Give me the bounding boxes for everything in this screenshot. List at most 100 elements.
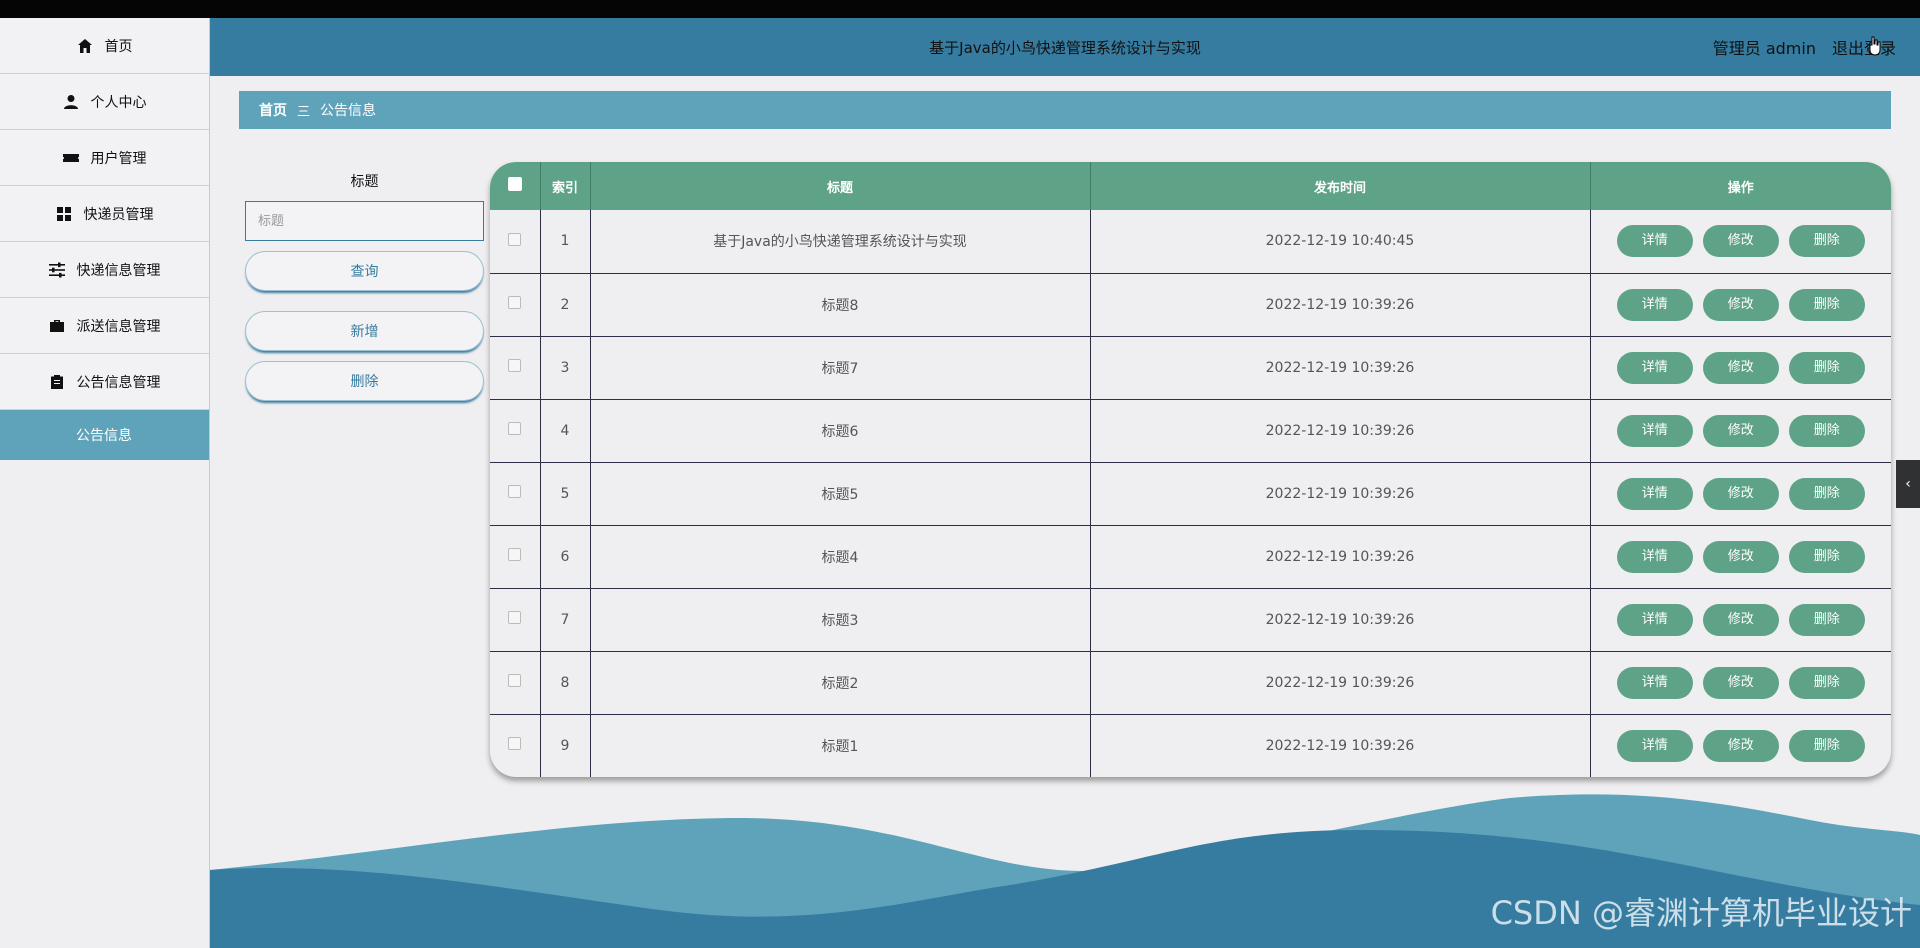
breadcrumb-current: 公告信息 <box>320 103 377 119</box>
watermark-text: CSDN @睿渊计算机毕业设计 <box>1490 894 1912 932</box>
edit-button[interactable]: 修改 <box>1702 288 1779 321</box>
collapse-handle[interactable]: ‹ <box>1896 460 1920 508</box>
column-header-actions: 操作 <box>1590 162 1891 210</box>
table-row: 5 标题5 2022-12-19 10:39:26 详情 修改 删除 <box>490 461 1891 525</box>
window-top-bar <box>0 0 1920 18</box>
column-header-index: 索引 <box>540 162 591 210</box>
query-button[interactable]: 查询 <box>245 251 484 291</box>
sidebar-item-label: 公告信息管理 <box>76 374 161 391</box>
logout-link[interactable]: 退出登录 <box>1832 35 1896 59</box>
grid-icon <box>56 206 72 222</box>
edit-button[interactable]: 修改 <box>1702 666 1779 699</box>
search-title-input[interactable] <box>245 201 484 241</box>
sidebar-item-profile[interactable]: 个人中心 <box>0 74 209 130</box>
sidebar-item-home[interactable]: 首页 <box>0 18 209 74</box>
table-header-row: 索引 标题 发布时间 操作 <box>490 162 1891 210</box>
sidebar-item-label: 首页 <box>104 38 133 55</box>
chevron-left-icon: ‹ <box>1905 476 1911 492</box>
sidebar-subitem-notice[interactable]: 公告信息 <box>0 410 209 460</box>
row-actions: 详情 修改 删除 <box>1590 398 1891 462</box>
delete-button[interactable]: 删除 <box>1788 540 1865 573</box>
row-checkbox[interactable] <box>508 548 522 561</box>
notice-table: 索引 标题 发布时间 操作 1 基于Java的小鸟快递管理系统设计与实现 202… <box>490 162 1891 777</box>
row-index: 3 <box>540 335 591 399</box>
sidebar-item-notice-manage[interactable]: 公告信息管理 <box>0 354 209 410</box>
row-title: 标题6 <box>590 398 1091 462</box>
detail-button[interactable]: 详情 <box>1616 225 1693 258</box>
sidebar-item-label: 用户管理 <box>90 150 147 167</box>
sidebar-item-delivery-info[interactable]: 派送信息管理 <box>0 298 209 354</box>
delete-button[interactable]: 删除 <box>1788 288 1865 321</box>
detail-button[interactable]: 详情 <box>1616 414 1693 447</box>
row-index: 6 <box>540 524 591 588</box>
row-checkbox[interactable] <box>508 359 522 372</box>
row-index: 5 <box>540 461 591 525</box>
row-index: 1 <box>540 210 591 273</box>
sliders-icon <box>48 262 65 278</box>
row-title: 标题4 <box>590 524 1091 588</box>
row-actions: 详情 修改 删除 <box>1590 335 1891 399</box>
detail-button[interactable]: 详情 <box>1616 603 1693 636</box>
edit-button[interactable]: 修改 <box>1702 351 1779 384</box>
delete-button[interactable]: 删除 <box>1788 729 1865 762</box>
edit-button[interactable]: 修改 <box>1702 540 1779 573</box>
batch-delete-button[interactable]: 删除 <box>245 361 484 401</box>
row-checkbox[interactable] <box>508 485 522 498</box>
breadcrumb-home[interactable]: 首页 <box>259 100 287 120</box>
delete-button[interactable]: 删除 <box>1788 603 1865 636</box>
row-checkbox[interactable] <box>508 422 522 435</box>
row-time: 2022-12-19 10:39:26 <box>1090 587 1591 651</box>
sidebar-item-express-info[interactable]: 快递信息管理 <box>0 242 209 298</box>
row-checkbox[interactable] <box>508 674 522 687</box>
detail-button[interactable]: 详情 <box>1616 477 1693 510</box>
edit-button[interactable]: 修改 <box>1702 603 1779 636</box>
row-title: 标题8 <box>590 272 1091 336</box>
table-row: 9 标题1 2022-12-19 10:39:26 详情 修改 删除 <box>490 713 1891 777</box>
row-time: 2022-12-19 10:39:26 <box>1090 335 1591 399</box>
delete-button[interactable]: 删除 <box>1788 351 1865 384</box>
user-label: 管理员 admin <box>1712 39 1816 58</box>
edit-button[interactable]: 修改 <box>1702 414 1779 447</box>
edit-button[interactable]: 修改 <box>1702 477 1779 510</box>
row-index: 7 <box>540 587 591 651</box>
sidebar-item-users[interactable]: 用户管理 <box>0 130 209 186</box>
sidebar-item-label: 派送信息管理 <box>76 318 161 335</box>
detail-button[interactable]: 详情 <box>1616 666 1693 699</box>
top-header: 基于Java的小鸟快递管理系统设计与实现 管理员 admin 退出登录 <box>210 18 1920 76</box>
row-index: 9 <box>540 713 591 777</box>
user-icon <box>63 94 79 110</box>
delete-button[interactable]: 删除 <box>1788 225 1865 258</box>
sidebar-item-couriers[interactable]: 快递员管理 <box>0 186 209 242</box>
breadcrumb-separator: 三 <box>297 104 311 120</box>
detail-button[interactable]: 详情 <box>1616 288 1693 321</box>
row-actions: 详情 修改 删除 <box>1590 461 1891 525</box>
row-actions: 详情 修改 删除 <box>1590 650 1891 714</box>
row-title: 标题3 <box>590 587 1091 651</box>
detail-button[interactable]: 详情 <box>1616 540 1693 573</box>
row-index: 4 <box>540 398 591 462</box>
row-checkbox[interactable] <box>508 737 522 751</box>
breadcrumb: 首页 三 公告信息 <box>239 91 1891 129</box>
row-time: 2022-12-19 10:40:45 <box>1090 210 1591 273</box>
delete-button[interactable]: 删除 <box>1788 666 1865 699</box>
table-row: 3 标题7 2022-12-19 10:39:26 详情 修改 删除 <box>490 335 1891 399</box>
sidebar-item-label: 个人中心 <box>90 94 147 111</box>
edit-button[interactable]: 修改 <box>1702 225 1779 258</box>
table-row: 8 标题2 2022-12-19 10:39:26 详情 修改 删除 <box>490 650 1891 714</box>
sidebar-item-label: 快递员管理 <box>83 206 154 223</box>
detail-button[interactable]: 详情 <box>1616 729 1693 762</box>
row-checkbox[interactable] <box>508 611 522 624</box>
detail-button[interactable]: 详情 <box>1616 351 1693 384</box>
row-checkbox[interactable] <box>508 296 522 309</box>
delete-button[interactable]: 删除 <box>1788 477 1865 510</box>
column-header-time: 发布时间 <box>1090 162 1591 210</box>
select-all-cell <box>490 162 541 210</box>
ticket-icon <box>62 150 79 166</box>
edit-button[interactable]: 修改 <box>1702 729 1779 762</box>
row-checkbox[interactable] <box>508 232 522 246</box>
select-all-checkbox[interactable] <box>507 177 522 191</box>
row-title: 基于Java的小鸟快递管理系统设计与实现 <box>590 210 1091 273</box>
add-button[interactable]: 新增 <box>245 311 484 351</box>
delete-button[interactable]: 删除 <box>1788 414 1865 447</box>
sidebar: 首页 个人中心 用户管理 快递员管理 快递信息管理 派送信息管理 公告信息管理 … <box>0 18 210 948</box>
